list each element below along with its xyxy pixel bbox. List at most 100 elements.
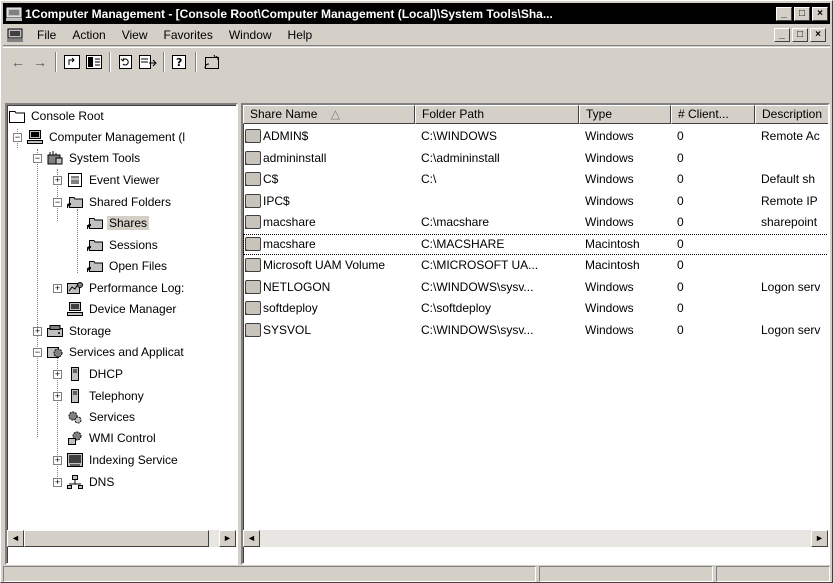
help-button[interactable]: ? — [169, 51, 191, 73]
share-row[interactable]: IPC$ Windows 0 Remote IP — [243, 191, 828, 212]
folder-path-cell: C:\WINDOWS\sysv... — [421, 279, 534, 294]
shares-list-pane[interactable]: Share Name △ Folder Path Type # Client..… — [241, 103, 830, 565]
forward-button[interactable]: → — [29, 51, 51, 73]
client-count-cell: 0 — [677, 150, 684, 165]
tree-node-telephony[interactable]: Telephony — [67, 386, 146, 406]
share-name-cell: Microsoft UAM Volume — [245, 258, 417, 272]
tree-node-system-tools[interactable]: System Tools — [47, 148, 142, 168]
dns-network-icon — [67, 475, 83, 489]
refresh-button[interactable] — [115, 51, 137, 73]
refresh-icon — [119, 54, 132, 69]
share-row[interactable]: softdeploy C:\softdeploy Windows 0 — [243, 298, 828, 319]
mdi-window-icon[interactable] — [7, 28, 23, 42]
expand-toggle[interactable]: + — [53, 370, 62, 379]
scroll-right-button[interactable]: ► — [811, 530, 828, 547]
scroll-thumb[interactable] — [24, 530, 209, 547]
forward-arrow-icon: → — [33, 53, 47, 70]
folder-path-cell: C:\WINDOWS — [421, 129, 497, 143]
tree-node-shares[interactable]: Shares — [86, 213, 150, 233]
computer-management-app-icon[interactable] — [6, 7, 22, 21]
tree-node-console-root[interactable]: Console Root — [9, 106, 106, 126]
column-header-client-connections[interactable]: # Client... — [671, 105, 755, 124]
toolbar-separator — [55, 51, 57, 72]
share-row[interactable]: C$ C:\ Windows 0 Default sh — [243, 169, 828, 190]
up-one-level-button[interactable] — [61, 51, 83, 73]
export-list-button[interactable] — [137, 51, 159, 73]
share-name-cell: C$ — [245, 172, 417, 186]
performance-logs-icon — [67, 281, 83, 295]
menu-help[interactable]: Help — [280, 26, 321, 44]
tree-node-computer-management[interactable]: Computer Management (l — [27, 127, 187, 147]
up-folder-icon — [64, 54, 80, 69]
shared-folder-icon — [245, 172, 261, 186]
tree-label: Indexing Service — [89, 453, 178, 467]
minimize-button[interactable]: _ — [776, 6, 792, 21]
tree-node-indexing-service[interactable]: Indexing Service — [67, 450, 180, 470]
collapse-toggle[interactable]: − — [13, 133, 22, 142]
new-share-button[interactable] — [201, 51, 223, 73]
scroll-left-button[interactable]: ◄ — [7, 530, 24, 547]
show-hide-console-tree-button[interactable] — [83, 51, 105, 73]
console-tree-pane[interactable]: Console Root − Computer Management (l − … — [5, 103, 238, 565]
tree-node-wmi-control[interactable]: WMI Control — [67, 428, 158, 448]
menu-view[interactable]: View — [114, 26, 156, 44]
description-cell: sharepoint — [761, 215, 818, 229]
tree-label: DNS — [89, 475, 115, 489]
tree-node-open-files[interactable]: Open Files — [86, 256, 169, 276]
tree-node-sessions[interactable]: Sessions — [86, 235, 160, 255]
share-row[interactable]: admininstall C:\admininstall Windows 0 — [243, 148, 828, 169]
share-row[interactable]: macshare C:\macshare Windows 0 sharepoint — [243, 212, 828, 233]
maximize-button[interactable]: □ — [794, 6, 810, 21]
share-row[interactable]: ADMIN$ C:\WINDOWS Windows 0 Remote Ac — [243, 126, 828, 147]
column-header-type[interactable]: Type — [579, 105, 671, 124]
collapse-toggle[interactable]: − — [33, 348, 42, 357]
collapse-toggle[interactable]: − — [33, 154, 42, 163]
share-row[interactable]: NETLOGON C:\WINDOWS\sysv... Windows 0 Logon … — [243, 277, 828, 298]
expand-toggle[interactable]: + — [53, 176, 62, 185]
mdi-restore-button[interactable]: □ — [792, 28, 808, 42]
tree-node-event-viewer[interactable]: Event Viewer — [67, 170, 161, 190]
tree-node-services-and-applications[interactable]: Services and Applicat — [47, 342, 186, 362]
tree-node-storage[interactable]: Storage — [47, 321, 113, 341]
tree-node-performance-logs[interactable]: Performance Log: — [67, 278, 186, 298]
tree-node-device-manager[interactable]: Device Manager — [67, 299, 178, 319]
expand-toggle[interactable]: + — [33, 327, 42, 336]
mdi-minimize-button[interactable]: _ — [774, 28, 790, 42]
tree-node-services[interactable]: Services — [67, 407, 137, 427]
tree-node-dns[interactable]: DNS — [67, 472, 116, 492]
menu-bar: File Action View Favorites Window Help _… — [3, 25, 830, 46]
expand-toggle[interactable]: + — [53, 456, 62, 465]
type-cell: Windows — [585, 129, 634, 143]
description-cell: Logon serv — [761, 322, 821, 337]
share-row[interactable]: Microsoft UAM Volume C:\MICROSOFT UA... Ma… — [243, 255, 828, 276]
scroll-right-button[interactable]: ► — [219, 530, 236, 547]
client-count-cell: 0 — [677, 236, 684, 251]
share-row[interactable]: SYSVOL C:\WINDOWS\sysv... Windows 0 Logon se… — [243, 320, 828, 341]
expand-toggle[interactable]: + — [53, 478, 62, 487]
menu-file[interactable]: File — [29, 26, 64, 44]
column-header-description[interactable]: Description — [755, 105, 828, 124]
share-row[interactable]: macshare C:\MACSHARE Macintosh 0 — [243, 233, 828, 255]
column-header-share-name[interactable]: Share Name △ — [243, 105, 415, 124]
new-share-icon — [204, 54, 219, 69]
menu-window[interactable]: Window — [221, 26, 280, 44]
expand-toggle[interactable]: + — [53, 284, 62, 293]
list-horizontal-scrollbar[interactable]: ◄ ► — [243, 530, 828, 547]
tree-label: Open Files — [109, 259, 168, 273]
mdi-close-button[interactable]: × — [810, 28, 826, 42]
tree-horizontal-scrollbar[interactable]: ◄ ► — [7, 530, 236, 547]
back-button[interactable]: ← — [7, 51, 29, 73]
tree-node-shared-folders[interactable]: Shared Folders — [66, 192, 173, 212]
scroll-left-button[interactable]: ◄ — [243, 530, 260, 547]
share-name-cell: macshare — [245, 236, 417, 251]
expand-toggle[interactable]: + — [53, 392, 62, 401]
tree-node-dhcp[interactable]: DHCP — [67, 364, 125, 384]
menu-action[interactable]: Action — [64, 26, 113, 44]
shared-folder-icon — [245, 279, 261, 294]
close-button[interactable]: × — [812, 6, 828, 21]
title-bar[interactable]: 1Computer Management - [Console Root\Com… — [3, 3, 830, 24]
collapse-toggle[interactable]: − — [53, 198, 62, 207]
menu-favorites[interactable]: Favorites — [156, 26, 221, 44]
column-header-folder-path[interactable]: Folder Path — [415, 105, 579, 124]
toolbar-separator — [195, 51, 197, 72]
